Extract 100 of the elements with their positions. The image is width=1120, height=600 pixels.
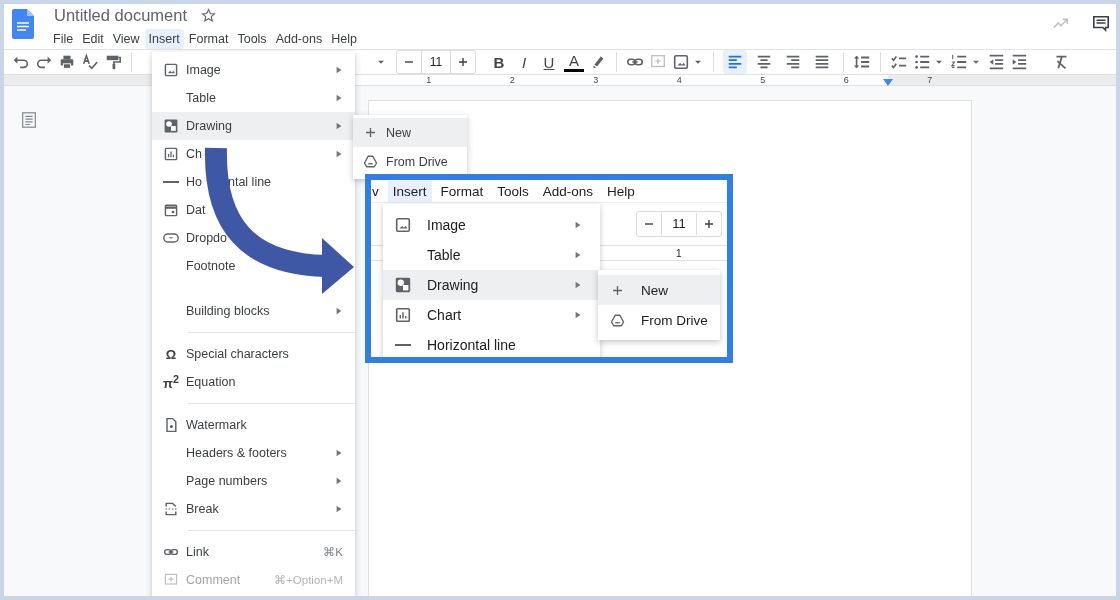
align-center-icon [755, 53, 773, 71]
menu-item[interactable]: Drawing [152, 112, 355, 140]
menu-item[interactable]: Help [327, 29, 361, 49]
menu-item-label: Table [186, 91, 216, 105]
menu-item-label: Comment [186, 573, 241, 587]
menu-item[interactable]: Dropdo [152, 224, 355, 252]
menu-item-label: Table [427, 247, 461, 263]
menu-item-label: Link [186, 545, 209, 559]
menu-item[interactable]: π$^{2}$ Equation [152, 368, 355, 396]
comments-icon[interactable] [1092, 14, 1110, 32]
add-comment-icon [163, 572, 179, 588]
menu-item[interactable]: Add-ons [271, 29, 327, 49]
menu-item[interactable]: Edit [78, 29, 108, 49]
menu-item[interactable]: v [371, 180, 384, 202]
numbered-list-icon[interactable] [950, 53, 968, 71]
drive-icon [363, 154, 378, 169]
paint-roller-icon[interactable] [104, 53, 122, 71]
star-icon[interactable] [201, 8, 216, 23]
menu-item[interactable]: Table [383, 240, 600, 270]
menu-item[interactable]: New [598, 275, 720, 305]
line-spacing-icon[interactable] [853, 53, 871, 71]
break-icon [163, 501, 179, 517]
menu-item-label: Watermark [186, 418, 247, 432]
menu-item[interactable]: Drawing [383, 270, 600, 300]
menu-item-label: Image [427, 217, 466, 233]
menu-item[interactable]: Chart [383, 300, 600, 330]
menu-item-label: Image [186, 63, 221, 77]
menu-item[interactable]: Building blocks [152, 297, 355, 325]
shortcut-text: ⌘+Option+M [274, 573, 343, 587]
drawing-icon [394, 276, 412, 294]
indent-marker-icon[interactable] [883, 79, 893, 86]
menu-item[interactable]: Add-ons [537, 180, 599, 202]
menu-item[interactable]: Insert [144, 29, 184, 49]
menu-item[interactable]: Footnote [152, 252, 355, 280]
menu-item[interactable]: Format [435, 180, 489, 202]
menu-item[interactable]: From Drive [353, 147, 467, 176]
image-icon[interactable] [672, 53, 690, 71]
symbol-glyph: π$^{2}$ [163, 372, 179, 392]
plus-icon[interactable] [459, 58, 467, 66]
menu-item[interactable]: Table [152, 84, 355, 112]
symbol-glyph: Ω [165, 346, 177, 362]
menu-item[interactable]: Ch [152, 140, 355, 168]
menu-item-label: Chart [427, 307, 462, 323]
shortcut-text: ⌘K [323, 545, 343, 559]
menu-item-label: Break [186, 502, 219, 516]
ruler-number: 7 [927, 75, 933, 85]
menu-item[interactable]: Headers & footers [152, 439, 355, 467]
bulleted-list-icon[interactable] [913, 53, 931, 71]
menu-item[interactable]: Break [152, 495, 355, 523]
chart-icon [394, 306, 412, 324]
align-justify-icon [813, 53, 831, 71]
checklist-icon[interactable] [890, 53, 908, 71]
menu-item[interactable]: Ho ntal line [152, 168, 355, 196]
decrease-indent-icon[interactable] [987, 53, 1005, 71]
align-right-icon [784, 53, 802, 71]
watermark-icon [163, 417, 179, 433]
menu-item-label: Drawing [427, 277, 479, 293]
calendar-icon [163, 202, 179, 218]
ruler-number: 4 [676, 75, 682, 85]
plus-icon[interactable] [705, 220, 713, 228]
menu-item-label: Ho [186, 175, 202, 189]
docs-logo-icon[interactable] [12, 9, 34, 39]
text-color-button[interactable]: A [564, 52, 584, 72]
spellcheck-icon[interactable] [81, 53, 99, 71]
menu-item[interactable]: Watermark [152, 411, 355, 439]
dropdown-icon [163, 230, 179, 246]
align-left-icon [726, 53, 744, 71]
menu-item[interactable]: Help [602, 180, 640, 202]
ruler-number: 5 [760, 75, 766, 85]
menu-item[interactable]: Page numbers [152, 467, 355, 495]
menu-item[interactable]: Tools [492, 180, 534, 202]
menu-item[interactable]: File [49, 29, 78, 49]
plus-icon [363, 125, 378, 140]
ruler-number: 2 [509, 75, 515, 85]
menu-item[interactable]: Tools [233, 29, 271, 49]
menu-item-label: Dat [186, 203, 206, 217]
menu-item-label: Footnote [186, 259, 236, 273]
menu-item[interactable]: Image [383, 210, 600, 240]
underline-button[interactable]: U [539, 53, 559, 71]
italic-button[interactable]: I [514, 53, 534, 71]
menu-item-label: Headers & footers [186, 446, 287, 460]
menu-item[interactable]: Horizontal line [383, 330, 600, 357]
menu-item-label: Special characters [186, 347, 289, 361]
document-title[interactable]: Untitled document [54, 6, 187, 25]
print-icon[interactable] [58, 53, 76, 71]
menu-item[interactable]: Dat [152, 196, 355, 224]
menu-item[interactable]: Ω Special characters [152, 340, 355, 368]
increase-indent-icon[interactable] [1010, 53, 1028, 71]
bold-button[interactable]: B [489, 53, 509, 71]
font-size-field[interactable]: 11 [636, 211, 722, 237]
menu-item[interactable]: New [353, 118, 467, 147]
menu-item[interactable]: Insert [387, 180, 432, 202]
menu-item[interactable]: Format [184, 29, 233, 49]
outline-icon[interactable] [20, 110, 38, 130]
menu-item[interactable]: Link ⌘K [152, 538, 355, 566]
align-button[interactable] [723, 50, 747, 74]
horizontal-line-icon [394, 344, 412, 346]
menu-item[interactable]: From Drive [598, 305, 720, 335]
ruler-number: 1 [426, 75, 432, 85]
menu-item[interactable]: View [108, 29, 144, 49]
